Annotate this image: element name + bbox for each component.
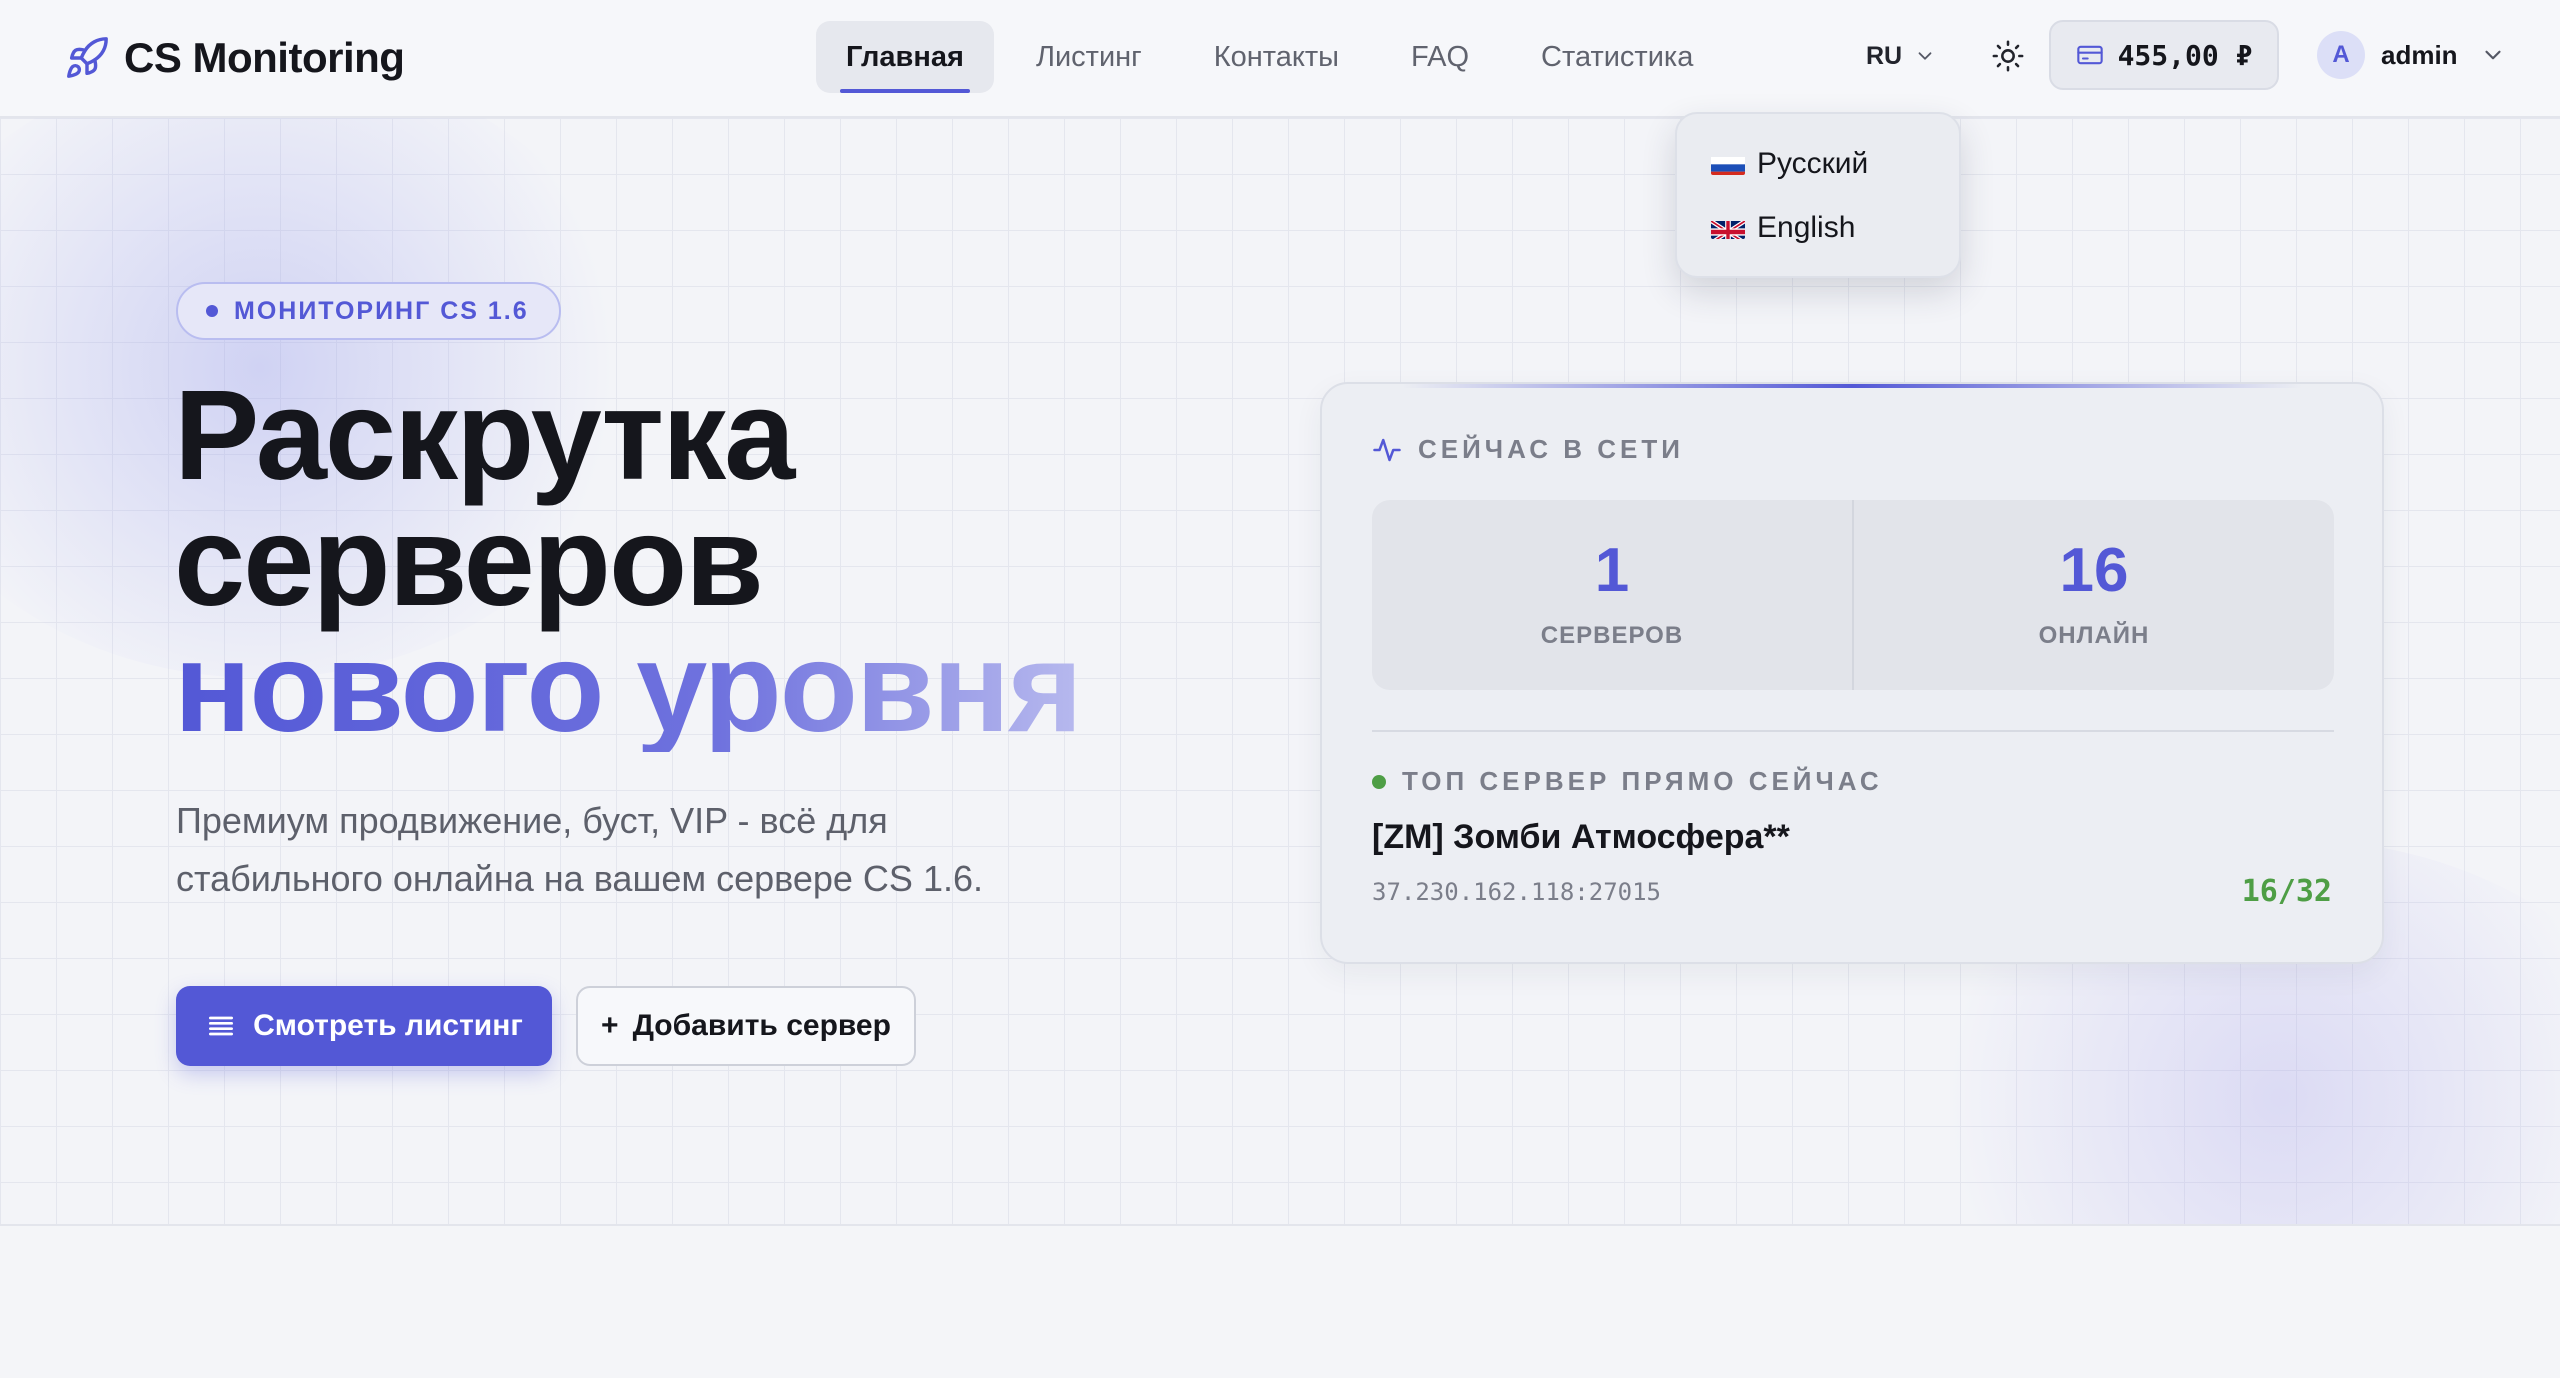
hero-title-line-1: Раскрутка xyxy=(174,364,795,507)
top-server-label: ТОП СЕРВЕР ПРЯМО СЕЙЧАС xyxy=(1372,766,1883,797)
language-option-label: English xyxy=(1757,211,1856,244)
page-bottom-area xyxy=(0,1226,2560,1378)
language-dropdown: Русский English xyxy=(1675,112,1961,278)
online-count: 16 xyxy=(2059,536,2129,605)
nav-item-faq[interactable]: FAQ xyxy=(1381,21,1499,93)
stats-panel: 1 СЕРВЕРОВ 16 ОНЛАЙН xyxy=(1372,500,2334,690)
top-server-players: 16/32 xyxy=(2241,874,2332,909)
logo[interactable]: CS Monitoring xyxy=(64,30,405,86)
language-switcher[interactable]: RU xyxy=(1866,36,1936,76)
user-name: admin xyxy=(2381,39,2458,70)
hero-badge: МОНИТОРИНГ CS 1.6 xyxy=(176,282,561,340)
card-accent-line xyxy=(1402,384,2302,388)
hero-title-line-3: нового уровня xyxy=(174,616,1083,759)
main-nav: Главная Листинг Контакты FAQ Статистика xyxy=(816,21,1723,93)
view-listing-button[interactable]: Смотреть листинг xyxy=(176,986,552,1066)
language-option-russian[interactable]: Русский xyxy=(1697,132,1939,196)
view-listing-label: Смотреть листинг xyxy=(253,1009,523,1042)
card-label-text: СЕЙЧАС В СЕТИ xyxy=(1418,434,1684,464)
sun-icon xyxy=(1992,40,2024,72)
card-label: СЕЙЧАС В СЕТИ xyxy=(1372,434,1684,465)
nav-item-contacts[interactable]: Контакты xyxy=(1184,21,1369,93)
credit-card-icon xyxy=(2076,45,2103,65)
avatar: A xyxy=(2317,31,2365,79)
badge-text: МОНИТОРИНГ CS 1.6 xyxy=(234,296,529,325)
hero-section: МОНИТОРИНГ CS 1.6 Раскрутка серверов нов… xyxy=(0,118,2560,1226)
logo-text: CS Monitoring xyxy=(124,34,405,81)
gb-flag-icon xyxy=(1711,217,1745,239)
badge-dot-icon xyxy=(206,305,218,317)
hero-description: Премиум продвижение, буст, VIP - всё для… xyxy=(176,800,983,899)
language-option-label: Русский xyxy=(1757,147,1869,180)
online-caption: ОНЛАЙН xyxy=(2038,622,2150,649)
top-server-address: 37.230.162.118:27015 xyxy=(1372,878,1661,906)
rocket-icon xyxy=(67,37,108,78)
nav-item-statistics[interactable]: Статистика xyxy=(1511,21,1723,93)
balance-button[interactable]: 455,00 ₽ xyxy=(2049,20,2279,90)
stat-servers: 1 СЕРВЕРОВ xyxy=(1372,500,1852,690)
chevron-down-icon xyxy=(1918,52,1932,60)
online-stats-card: СЕЙЧАС В СЕТИ 1 СЕРВЕРОВ 16 ОНЛАЙН ТОП С… xyxy=(1320,382,2384,964)
activity-icon xyxy=(1373,438,1401,461)
ru-flag-icon xyxy=(1711,153,1745,175)
stat-online: 16 ОНЛАЙН xyxy=(1852,500,2334,690)
nav-item-home[interactable]: Главная xyxy=(816,21,994,93)
language-code: RU xyxy=(1866,41,1903,70)
online-dot-icon xyxy=(1372,774,1386,789)
list-icon xyxy=(209,1016,234,1036)
balance-amount: 455,00 ₽ xyxy=(2117,38,2253,72)
language-option-english[interactable]: English xyxy=(1697,196,1939,260)
servers-caption: СЕРВЕРОВ xyxy=(1540,622,1684,649)
user-menu[interactable]: A admin xyxy=(2317,31,2506,79)
top-server-name[interactable]: [ZM] Зомби Атмосфера** xyxy=(1372,818,1790,857)
theme-toggle[interactable] xyxy=(1988,36,2028,76)
chevron-down-icon xyxy=(2484,50,2501,60)
nav-item-listing[interactable]: Листинг xyxy=(1006,21,1172,93)
servers-count: 1 xyxy=(1594,536,1630,605)
card-divider xyxy=(1372,730,2334,732)
plus-icon: + xyxy=(601,1009,619,1042)
top-server-label-text: ТОП СЕРВЕР ПРЯМО СЕЙЧАС xyxy=(1402,766,1883,796)
add-server-label: Добавить сервер xyxy=(632,1009,891,1042)
add-server-button[interactable]: + Добавить сервер xyxy=(576,986,916,1066)
hero-title-line-2: серверов xyxy=(174,490,764,633)
top-header: CS Monitoring Главная Листинг Контакты F… xyxy=(0,0,2560,118)
